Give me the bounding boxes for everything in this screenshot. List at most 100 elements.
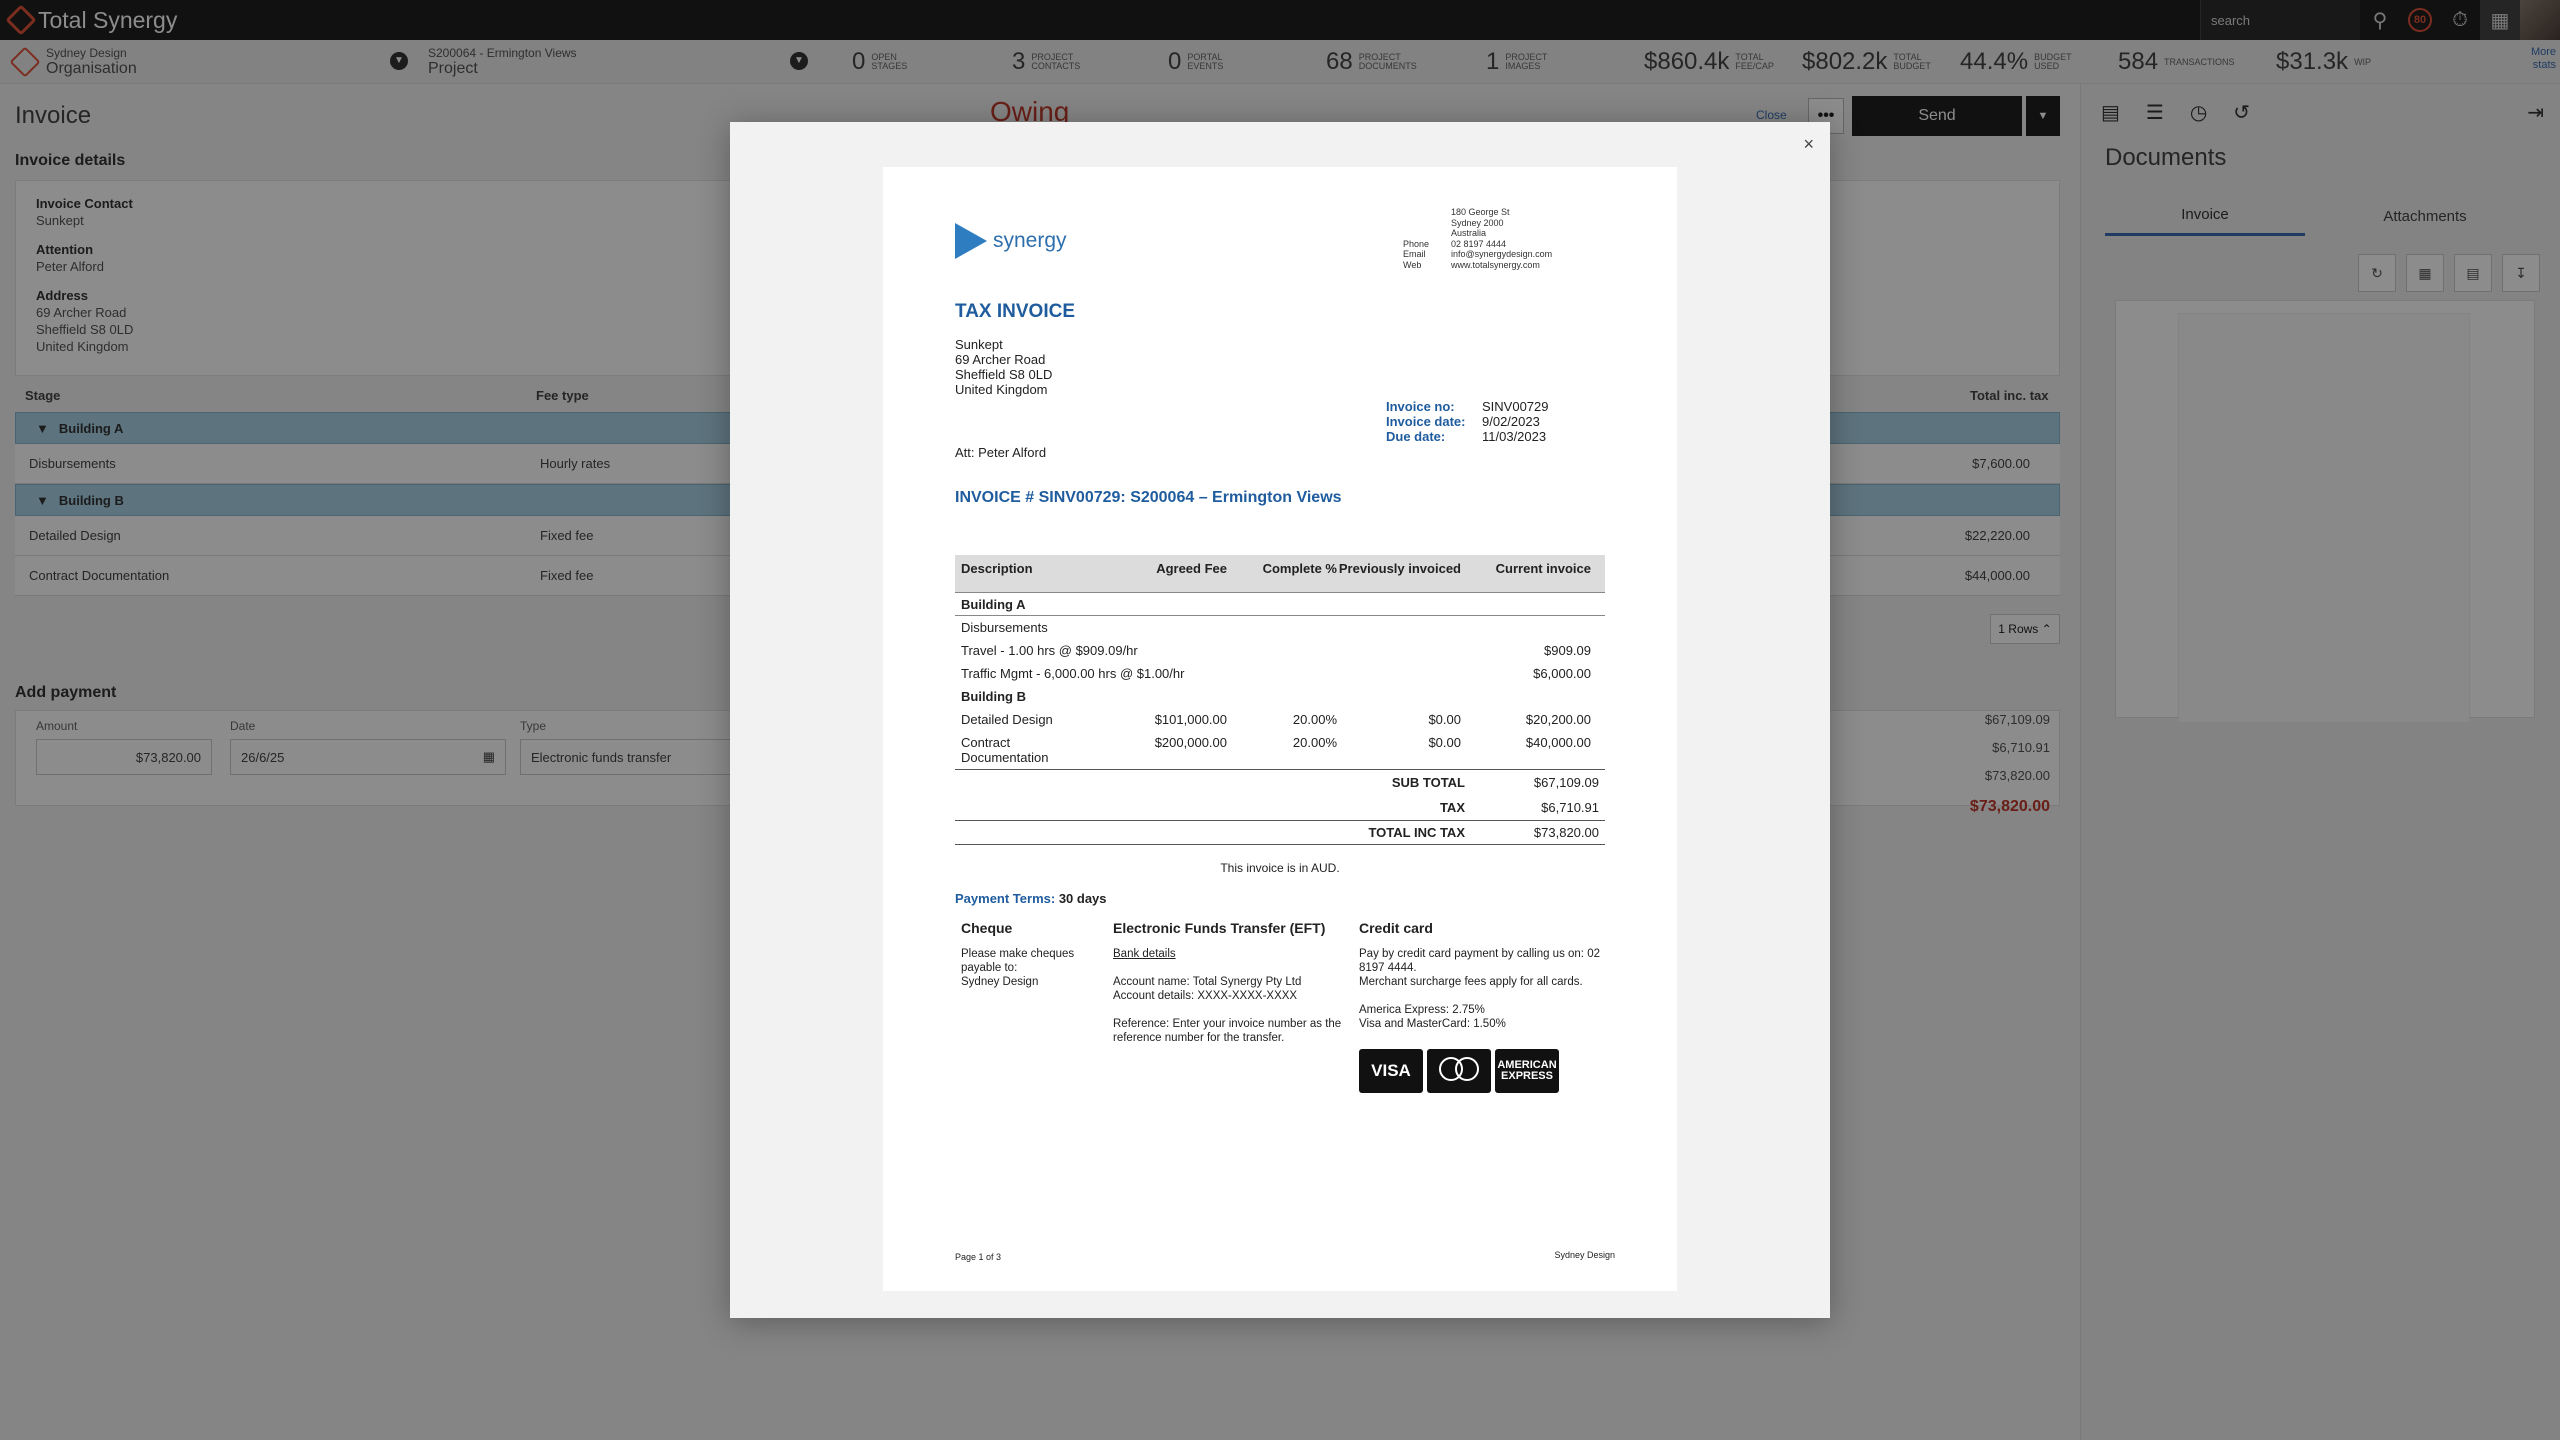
total-label: TOTAL INC TAX xyxy=(1368,825,1465,840)
card-logos: VISA AMERICAN EXPRESS xyxy=(1359,1049,1559,1093)
total-row: TOTAL INC TAX $73,820.00 xyxy=(955,820,1605,845)
currency-note: This invoice is in AUD. xyxy=(1220,861,1340,875)
firm-value: info@synergydesign.com xyxy=(1451,249,1553,259)
firm-value: Sydney 2000 xyxy=(1451,217,1504,228)
bill-to-line: Sheffield S8 0LD xyxy=(955,367,1053,382)
group-row: Building A xyxy=(955,593,1605,616)
subtotal-label: SUB TOTAL xyxy=(1391,775,1465,790)
meta-label: Due date: xyxy=(1386,429,1446,444)
eft-reference: Reference: Enter your invoice number as … xyxy=(1113,1018,1342,1044)
cc-text: Pay by credit card payment by calling us… xyxy=(1359,948,1600,974)
credit-card-title: Credit card xyxy=(1359,920,1433,936)
firm-key: Email xyxy=(1403,249,1426,259)
subtotal-row: SUB TOTAL $67,109.09 xyxy=(955,770,1605,795)
attention-line: Att: Peter Alford xyxy=(955,445,1047,460)
eft-section: Electronic Funds Transfer (EFT) Bank det… xyxy=(1113,921,1343,1045)
bill-to-line: 69 Archer Road xyxy=(955,352,1046,367)
credit-card-section: Credit card Pay by credit card payment b… xyxy=(1359,921,1609,1031)
bill-to-line: United Kingdom xyxy=(955,382,1048,397)
cell-complete: 20.00% xyxy=(1292,712,1337,727)
invoice-meta: Invoice no: SINV00729 Invoice date: 9/02/2… xyxy=(1386,399,1549,444)
firm-key xyxy=(1403,218,1443,229)
col-agreed-fee: Agreed Fee xyxy=(1156,561,1227,576)
brand-logo: synergy xyxy=(955,223,1067,259)
cell-description: Contract Documentation xyxy=(961,735,1049,765)
cheque-text: Please make cheques payable to: xyxy=(961,948,1075,974)
cell-previous: $0.00 xyxy=(1428,735,1461,750)
col-description: Description xyxy=(961,561,1033,576)
cc-surcharge: Merchant surcharge fees apply for all ca… xyxy=(1359,976,1583,988)
cell-description: Travel - 1.00 hrs @ $909.09/hr xyxy=(961,643,1138,658)
firm-key xyxy=(1403,228,1443,239)
tax-label: TAX xyxy=(1439,800,1465,815)
close-icon[interactable]: × xyxy=(1803,134,1814,155)
bill-to-line: Sunkept xyxy=(955,337,1003,352)
eft-title: Electronic Funds Transfer (EFT) xyxy=(1113,920,1326,936)
table-row: Disbursements xyxy=(955,616,1605,639)
bank-details-link[interactable]: Bank details xyxy=(1113,947,1343,961)
firm-key: Phone xyxy=(1403,238,1430,249)
invoice-preview-modal: × synergy 180 George St Sydney 2000 Aust… xyxy=(730,122,1830,1318)
firm-address: 180 George St Sydney 2000 Australia Phon… xyxy=(1403,207,1552,270)
group-row: Building B xyxy=(955,685,1605,708)
cc-amex-rate: America Express: 2.75% xyxy=(1359,1004,1485,1016)
synergy-logo-icon xyxy=(955,223,987,259)
cell-current: $40,000.00 xyxy=(1525,735,1591,750)
subtotal-value: $67,109.09 xyxy=(1533,775,1599,790)
invoice-page-preview: synergy 180 George St Sydney 2000 Austra… xyxy=(883,167,1677,1291)
cell-description: Traffic Mgmt - 6,000.00 hrs @ $1.00/hr xyxy=(961,666,1185,681)
meta-label: Invoice no: xyxy=(1386,399,1455,414)
cell-current: $6,000.00 xyxy=(1533,666,1591,681)
table-row: Contract Documentation $200,000.00 20.00… xyxy=(955,731,1605,765)
firm-value: 02 8197 4444 xyxy=(1451,238,1507,249)
cell-agreed: $101,000.00 xyxy=(1154,712,1227,727)
cell-complete: 20.00% xyxy=(1292,735,1337,750)
meta-label: Invoice date: xyxy=(1386,414,1466,429)
terms-value: 30 days xyxy=(1058,891,1107,906)
bill-to: Sunkept 69 Archer Road Sheffield S8 0LD … xyxy=(955,337,1052,397)
cell-description: Disbursements xyxy=(961,620,1048,635)
visa-icon: VISA xyxy=(1359,1049,1423,1093)
invoice-heading: INVOICE # SINV00729: S200064 – Ermington… xyxy=(955,489,1342,506)
terms-label: Payment Terms: xyxy=(955,891,1056,906)
col-current-invoice: Current invoice xyxy=(1495,561,1591,576)
cell-agreed: $200,000.00 xyxy=(1154,735,1227,750)
firm-value: 180 George St xyxy=(1451,207,1510,217)
page-number: Page 1 of 3 xyxy=(955,1252,1002,1262)
cheque-title: Cheque xyxy=(961,920,1013,936)
mastercard-icon xyxy=(1427,1049,1491,1093)
cell-previous: $0.00 xyxy=(1428,712,1461,727)
invoice-title: TAX INVOICE xyxy=(955,301,1075,322)
cell-description: Detailed Design xyxy=(961,712,1053,727)
invoice-number: SINV00729 xyxy=(1482,399,1549,414)
tax-value: $6,710.91 xyxy=(1541,800,1599,815)
table-header: Description Agreed Fee Complete % Previo… xyxy=(955,555,1605,593)
cell-current: $909.09 xyxy=(1544,643,1591,658)
footer-company: Sydney Design xyxy=(1554,1250,1615,1260)
table-row: Traffic Mgmt - 6,000.00 hrs @ $1.00/hr $6… xyxy=(955,662,1605,685)
cc-visa-rate: Visa and MasterCard: 1.50% xyxy=(1359,1018,1506,1030)
firm-key xyxy=(1403,207,1443,218)
table-row: Detailed Design $101,000.00 20.00% $0.00… xyxy=(955,708,1605,731)
firm-key: Web xyxy=(1403,259,1422,270)
group-label: Building B xyxy=(961,689,1026,704)
firm-value: www.totalsynergy.com xyxy=(1451,259,1540,270)
eft-account-name: Account name: Total Synergy Pty Ltd xyxy=(1113,976,1302,988)
total-value: $73,820.00 xyxy=(1533,825,1599,840)
due-date: 11/03/2023 xyxy=(1482,429,1547,444)
tax-row: TAX $6,710.91 xyxy=(955,795,1605,820)
table-row: Travel - 1.00 hrs @ $909.09/hr $909.09 xyxy=(955,639,1605,662)
col-previously-invoiced: Previously invoiced xyxy=(1338,561,1461,576)
firm-value: Australia xyxy=(1451,228,1487,238)
brand-name: synergy xyxy=(993,229,1067,252)
eft-account-details: Account details: XXXX-XXXX-XXXX xyxy=(1113,990,1298,1002)
group-label: Building A xyxy=(961,597,1026,612)
invoice-date: 9/02/2023 xyxy=(1482,414,1540,429)
cheque-payee: Sydney Design xyxy=(961,976,1039,988)
cell-current: $20,200.00 xyxy=(1525,712,1591,727)
invoice-line-items: Description Agreed Fee Complete % Previo… xyxy=(955,555,1605,845)
cheque-section: Cheque Please make cheques payable to: S… xyxy=(961,921,1101,989)
col-complete: Complete % xyxy=(1262,561,1337,576)
amex-icon: AMERICAN EXPRESS xyxy=(1495,1049,1559,1093)
payment-terms: Payment Terms: 30 days xyxy=(955,891,1107,906)
